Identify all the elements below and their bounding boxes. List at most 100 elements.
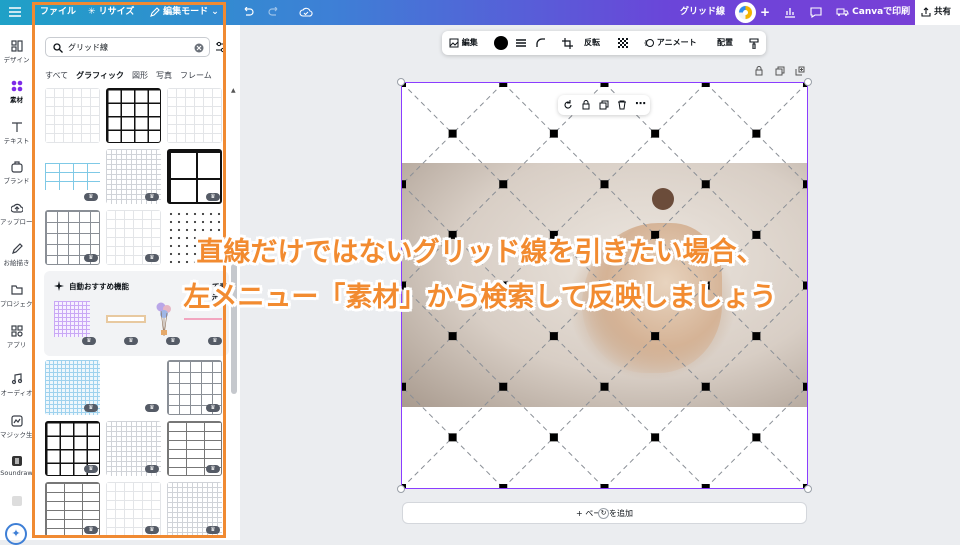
tab-2[interactable]: グラフィック bbox=[76, 70, 124, 84]
grid-result-tile[interactable] bbox=[106, 88, 161, 143]
lock-page-icon[interactable] bbox=[754, 66, 764, 76]
color-swatch[interactable] bbox=[494, 36, 508, 50]
flip-button[interactable]: 反転 bbox=[584, 31, 600, 55]
rail-item-2[interactable]: 素材 bbox=[0, 80, 33, 104]
trash-icon[interactable] bbox=[617, 100, 627, 110]
premium-crown-icon: ♛ bbox=[206, 404, 220, 412]
grid-node-square bbox=[752, 433, 761, 442]
clear-search-icon[interactable] bbox=[194, 43, 204, 53]
search-input[interactable]: グリッド線 bbox=[45, 37, 210, 57]
more-options-icon[interactable]: ⋯ bbox=[635, 97, 646, 110]
grid-node-square bbox=[549, 433, 558, 442]
rail-item-label: 素材 bbox=[10, 96, 23, 104]
grid-node-square bbox=[651, 129, 660, 138]
magic-button[interactable]: ✦ bbox=[5, 523, 27, 545]
comment-icon[interactable] bbox=[810, 6, 822, 18]
grid-node-square bbox=[701, 83, 710, 87]
rail-item-label: ブランド bbox=[3, 177, 30, 185]
rail-item-8[interactable]: アプリ bbox=[0, 325, 33, 349]
rotate-icon[interactable] bbox=[563, 100, 573, 110]
premium-crown-icon: ♛ bbox=[206, 465, 220, 473]
premium-crown-icon: ♛ bbox=[206, 526, 220, 534]
insights-icon[interactable] bbox=[784, 6, 796, 18]
caption-line-2: 左メニュー「素材」から検索して反映しましょう bbox=[183, 282, 777, 313]
print-button[interactable]: Canvaで印刷 bbox=[836, 0, 910, 25]
resize-handle-tr[interactable] bbox=[804, 78, 812, 86]
corner-rounding-icon[interactable] bbox=[536, 38, 546, 48]
premium-crown-icon: ♛ bbox=[145, 526, 159, 534]
rail-item-label: デザイン bbox=[3, 56, 30, 64]
duplicate-page-icon[interactable] bbox=[775, 66, 785, 76]
resize-button[interactable]: ✳ リサイズ bbox=[88, 0, 134, 25]
grid-node-square bbox=[549, 129, 558, 138]
rail-item-12[interactable] bbox=[0, 495, 33, 509]
search-value: グリッド線 bbox=[68, 43, 108, 52]
menu-icon[interactable] bbox=[9, 7, 21, 17]
grid-node-square bbox=[448, 332, 457, 341]
tab-4[interactable]: 写真 bbox=[156, 70, 172, 84]
grid-result-tile[interactable] bbox=[45, 88, 100, 143]
rail-item-1[interactable]: デザイン bbox=[0, 40, 33, 64]
animate-button[interactable]: アニメート bbox=[644, 31, 697, 55]
premium-crown-icon: ♛ bbox=[84, 193, 98, 201]
tab-1[interactable]: すべて bbox=[45, 70, 68, 84]
caption-line-1: 直線だけではないグリッド線を引きたい場合、 bbox=[196, 237, 764, 268]
undo-icon[interactable] bbox=[242, 7, 254, 17]
grid-node-square bbox=[701, 484, 710, 488]
file-menu[interactable]: ファイル bbox=[40, 0, 76, 25]
avatar[interactable] bbox=[735, 2, 756, 23]
rail-item-label: アップロード bbox=[0, 218, 33, 226]
rail-item-5[interactable]: アップロード bbox=[0, 202, 33, 226]
rail-item-label: オーディオ bbox=[0, 389, 33, 397]
search-icon bbox=[53, 43, 63, 53]
grid-node-square bbox=[499, 382, 508, 391]
grid-node-square bbox=[752, 129, 761, 138]
rail-item-10[interactable]: マジック生成 bbox=[0, 415, 33, 439]
tab-5[interactable]: フレーム bbox=[180, 70, 212, 84]
copy-icon[interactable] bbox=[599, 100, 609, 110]
frame-thumb[interactable] bbox=[106, 315, 146, 323]
line-weight-icon[interactable] bbox=[516, 38, 526, 48]
premium-crown-icon: ♛ bbox=[208, 337, 222, 345]
magic-media-icon bbox=[10, 415, 23, 427]
rail-item-11[interactable]: Soundraw bbox=[0, 455, 33, 477]
rail-item-4[interactable]: ブランド bbox=[0, 161, 33, 185]
document-title[interactable]: グリッド線 bbox=[680, 0, 725, 25]
position-button[interactable]: 配置 bbox=[717, 31, 733, 55]
rail-item-9[interactable]: オーディオ bbox=[0, 373, 33, 397]
grid-result-tile[interactable] bbox=[167, 88, 222, 143]
redo-icon[interactable] bbox=[268, 7, 280, 17]
rail-item-3[interactable]: テキスト bbox=[0, 121, 33, 145]
edit-image-button[interactable]: 編集 bbox=[449, 31, 478, 55]
rail-item-label: Soundraw bbox=[0, 469, 33, 477]
resize-handle-bl[interactable] bbox=[397, 485, 405, 493]
grid-node-square bbox=[701, 382, 710, 391]
grid-node-square bbox=[549, 332, 558, 341]
animate-icon bbox=[644, 38, 654, 47]
add-page-icon[interactable] bbox=[795, 66, 805, 76]
share-button[interactable]: 共有 bbox=[915, 0, 960, 25]
premium-crown-icon: ♛ bbox=[82, 337, 96, 345]
crop-icon[interactable] bbox=[562, 38, 573, 49]
avatar-logo-icon bbox=[738, 5, 753, 20]
grid-node-square bbox=[651, 332, 660, 341]
grid-node-square bbox=[752, 332, 761, 341]
lock-icon[interactable] bbox=[581, 100, 591, 110]
resize-handle-tl[interactable] bbox=[397, 78, 405, 86]
add-collaborator-button[interactable]: + bbox=[760, 0, 770, 25]
transparency-icon[interactable] bbox=[618, 38, 628, 48]
side-panel-scroll-arrow[interactable]: ▲ bbox=[231, 87, 236, 94]
filter-icon[interactable] bbox=[215, 41, 227, 53]
resize-handle-br[interactable] bbox=[804, 485, 812, 493]
grid-node-square bbox=[499, 180, 508, 189]
tab-3[interactable]: 図形 bbox=[132, 70, 148, 84]
line-thumb[interactable] bbox=[184, 318, 222, 320]
grid-node-square bbox=[803, 180, 807, 189]
copy-style-icon[interactable] bbox=[749, 38, 759, 49]
grid-node-square bbox=[600, 382, 609, 391]
edit-mode-button[interactable]: 編集モード ⌄ bbox=[150, 0, 219, 25]
rotate-handle[interactable]: ↻ bbox=[598, 508, 609, 519]
grid-node-square bbox=[402, 180, 406, 189]
premium-crown-icon: ♛ bbox=[145, 193, 159, 201]
top-bar: ファイル ✳ リサイズ 編集モード ⌄ グリッド線 + Canvaで印刷 共有 bbox=[0, 0, 960, 25]
